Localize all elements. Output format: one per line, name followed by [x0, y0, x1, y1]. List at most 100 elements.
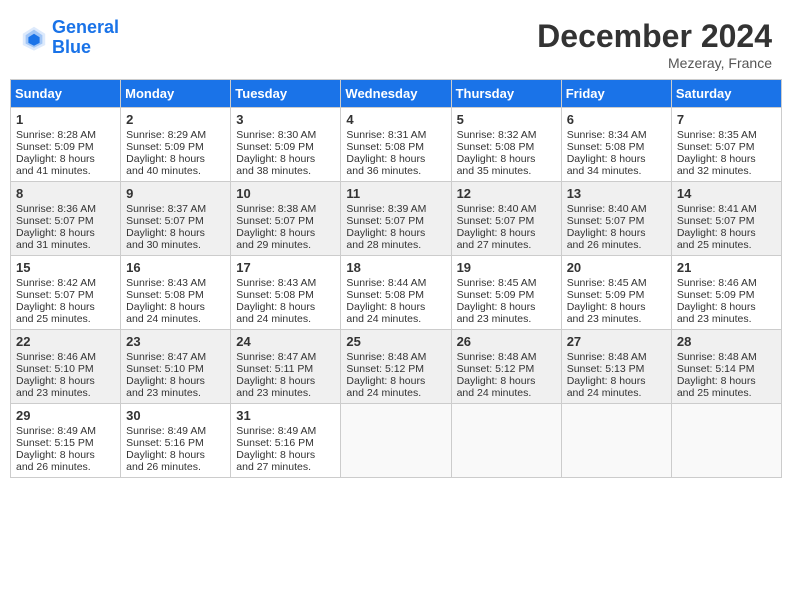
sunrise-text: Sunrise: 8:41 AM — [677, 203, 757, 215]
day-number: 7 — [677, 112, 776, 127]
day-number: 4 — [346, 112, 445, 127]
calendar-week-row: 22Sunrise: 8:46 AMSunset: 5:10 PMDayligh… — [11, 330, 782, 404]
day-number: 1 — [16, 112, 115, 127]
day-number: 27 — [567, 334, 666, 349]
daylight-text: Daylight: 8 hours and 24 minutes. — [457, 375, 536, 399]
sunrise-text: Sunrise: 8:49 AM — [16, 425, 96, 437]
daylight-text: Daylight: 8 hours and 36 minutes. — [346, 153, 425, 177]
calendar-cell: 3Sunrise: 8:30 AMSunset: 5:09 PMDaylight… — [231, 108, 341, 182]
sunset-text: Sunset: 5:08 PM — [457, 141, 535, 153]
sunrise-text: Sunrise: 8:40 AM — [567, 203, 647, 215]
calendar-week-row: 1Sunrise: 8:28 AMSunset: 5:09 PMDaylight… — [11, 108, 782, 182]
sunset-text: Sunset: 5:10 PM — [16, 363, 94, 375]
day-number: 15 — [16, 260, 115, 275]
day-number: 16 — [126, 260, 225, 275]
sunrise-text: Sunrise: 8:49 AM — [126, 425, 206, 437]
day-number: 29 — [16, 408, 115, 423]
daylight-text: Daylight: 8 hours and 34 minutes. — [567, 153, 646, 177]
calendar-table: SundayMondayTuesdayWednesdayThursdayFrid… — [10, 79, 782, 478]
calendar-cell: 6Sunrise: 8:34 AMSunset: 5:08 PMDaylight… — [561, 108, 671, 182]
sunset-text: Sunset: 5:09 PM — [16, 141, 94, 153]
calendar-cell: 22 Sunrise: 8:46 AMSunset: 5:10 PMDayligh… — [11, 330, 121, 404]
day-number: 25 — [346, 334, 445, 349]
daylight-text: Daylight: 8 hours and 27 minutes. — [457, 227, 536, 251]
daylight-text: Daylight: 8 hours and 24 minutes. — [236, 301, 315, 325]
daylight-text: Daylight: 8 hours and 23 minutes. — [236, 375, 315, 399]
sunrise-text: Sunrise: 8:44 AM — [346, 277, 426, 289]
daylight-text: Daylight: 8 hours and 32 minutes. — [677, 153, 756, 177]
sunset-text: Sunset: 5:08 PM — [567, 141, 645, 153]
calendar-cell: 28Sunrise: 8:48 AMSunset: 5:14 PMDayligh… — [671, 330, 781, 404]
sunset-text: Sunset: 5:08 PM — [236, 289, 314, 301]
sunset-text: Sunset: 5:07 PM — [16, 289, 94, 301]
daylight-text: Daylight: 8 hours and 29 minutes. — [236, 227, 315, 251]
sunset-text: Sunset: 5:07 PM — [346, 215, 424, 227]
sunrise-text: Sunrise: 8:29 AM — [126, 129, 206, 141]
calendar-cell: 30Sunrise: 8:49 AMSunset: 5:16 PMDayligh… — [121, 404, 231, 478]
daylight-text: Daylight: 8 hours and 23 minutes. — [16, 375, 95, 399]
sunset-text: Sunset: 5:09 PM — [677, 289, 755, 301]
sunrise-text: Sunrise: 8:32 AM — [457, 129, 537, 141]
weekday-header-sunday: Sunday — [11, 80, 121, 108]
calendar-cell: 1Sunrise: 8:28 AMSunset: 5:09 PMDaylight… — [11, 108, 121, 182]
month-title: December 2024 — [537, 18, 772, 55]
calendar-cell: 27Sunrise: 8:48 AMSunset: 5:13 PMDayligh… — [561, 330, 671, 404]
sunset-text: Sunset: 5:09 PM — [236, 141, 314, 153]
sunset-text: Sunset: 5:13 PM — [567, 363, 645, 375]
day-number: 12 — [457, 186, 556, 201]
day-number: 17 — [236, 260, 335, 275]
calendar-cell — [451, 404, 561, 478]
sunset-text: Sunset: 5:10 PM — [126, 363, 204, 375]
day-number: 13 — [567, 186, 666, 201]
day-number: 26 — [457, 334, 556, 349]
sunrise-text: Sunrise: 8:31 AM — [346, 129, 426, 141]
calendar-cell: 20Sunrise: 8:45 AMSunset: 5:09 PMDayligh… — [561, 256, 671, 330]
logo-text: General Blue — [52, 18, 119, 58]
calendar-cell: 12Sunrise: 8:40 AMSunset: 5:07 PMDayligh… — [451, 182, 561, 256]
calendar-cell: 24Sunrise: 8:47 AMSunset: 5:11 PMDayligh… — [231, 330, 341, 404]
day-number: 6 — [567, 112, 666, 127]
title-block: December 2024 Mezeray, France — [537, 18, 772, 71]
daylight-text: Daylight: 8 hours and 41 minutes. — [16, 153, 95, 177]
day-number: 28 — [677, 334, 776, 349]
weekday-header-wednesday: Wednesday — [341, 80, 451, 108]
logo: General Blue — [20, 18, 119, 58]
sunset-text: Sunset: 5:07 PM — [457, 215, 535, 227]
sunrise-text: Sunrise: 8:49 AM — [236, 425, 316, 437]
calendar-cell: 13Sunrise: 8:40 AMSunset: 5:07 PMDayligh… — [561, 182, 671, 256]
calendar-cell: 15 Sunrise: 8:42 AMSunset: 5:07 PMDayligh… — [11, 256, 121, 330]
day-number: 23 — [126, 334, 225, 349]
sunrise-text: Sunrise: 8:45 AM — [567, 277, 647, 289]
daylight-text: Daylight: 8 hours and 27 minutes. — [236, 449, 315, 473]
sunrise-text: Sunrise: 8:37 AM — [126, 203, 206, 215]
daylight-text: Daylight: 8 hours and 25 minutes. — [677, 227, 756, 251]
sunset-text: Sunset: 5:16 PM — [236, 437, 314, 449]
daylight-text: Daylight: 8 hours and 25 minutes. — [16, 301, 95, 325]
daylight-text: Daylight: 8 hours and 26 minutes. — [567, 227, 646, 251]
sunrise-text: Sunrise: 8:46 AM — [677, 277, 757, 289]
weekday-header-monday: Monday — [121, 80, 231, 108]
daylight-text: Daylight: 8 hours and 24 minutes. — [126, 301, 205, 325]
sunset-text: Sunset: 5:14 PM — [677, 363, 755, 375]
sunset-text: Sunset: 5:09 PM — [567, 289, 645, 301]
day-number: 9 — [126, 186, 225, 201]
logo-icon — [20, 24, 48, 52]
calendar-cell: 11Sunrise: 8:39 AMSunset: 5:07 PMDayligh… — [341, 182, 451, 256]
day-number: 22 — [16, 334, 115, 349]
sunrise-text: Sunrise: 8:48 AM — [346, 351, 426, 363]
sunrise-text: Sunrise: 8:46 AM — [16, 351, 96, 363]
calendar-cell: 14Sunrise: 8:41 AMSunset: 5:07 PMDayligh… — [671, 182, 781, 256]
sunset-text: Sunset: 5:12 PM — [457, 363, 535, 375]
calendar-cell: 25Sunrise: 8:48 AMSunset: 5:12 PMDayligh… — [341, 330, 451, 404]
daylight-text: Daylight: 8 hours and 31 minutes. — [16, 227, 95, 251]
daylight-text: Daylight: 8 hours and 38 minutes. — [236, 153, 315, 177]
daylight-text: Daylight: 8 hours and 23 minutes. — [126, 375, 205, 399]
sunrise-text: Sunrise: 8:35 AM — [677, 129, 757, 141]
calendar-cell: 5Sunrise: 8:32 AMSunset: 5:08 PMDaylight… — [451, 108, 561, 182]
sunrise-text: Sunrise: 8:42 AM — [16, 277, 96, 289]
daylight-text: Daylight: 8 hours and 23 minutes. — [457, 301, 536, 325]
weekday-header-friday: Friday — [561, 80, 671, 108]
daylight-text: Daylight: 8 hours and 24 minutes. — [567, 375, 646, 399]
weekday-header-tuesday: Tuesday — [231, 80, 341, 108]
calendar-cell: 7Sunrise: 8:35 AMSunset: 5:07 PMDaylight… — [671, 108, 781, 182]
